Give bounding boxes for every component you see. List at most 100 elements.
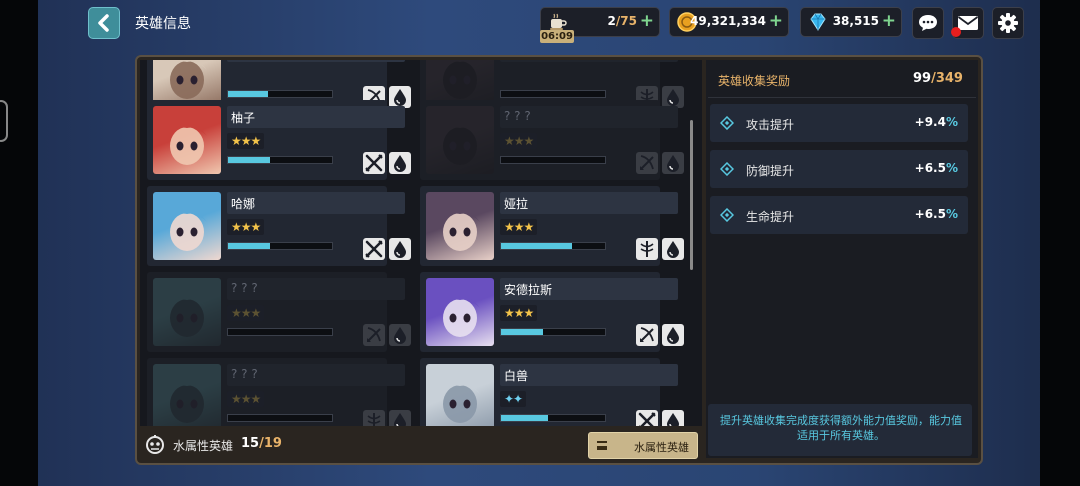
menu-lines-icon xyxy=(597,441,607,450)
hero-card[interactable]: ? ? ? ★★★ xyxy=(147,272,411,352)
element-filter-button[interactable]: 水属性英雄 xyxy=(588,432,698,459)
water-drop-icon xyxy=(394,413,406,426)
bonus-value: +6.5% xyxy=(914,161,958,175)
chat-bubble-icon xyxy=(919,15,937,31)
hero-star-rating: ★★★ xyxy=(500,133,538,149)
chat-button[interactable] xyxy=(912,7,944,39)
hero-name-bar xyxy=(227,60,405,62)
hero-portrait xyxy=(426,192,494,260)
back-button[interactable] xyxy=(88,7,120,39)
hero-face-icon xyxy=(440,209,480,251)
water-element-badge xyxy=(389,238,411,260)
hero-name: 柚子 xyxy=(231,111,256,125)
hero-card[interactable]: 白兽 ✦✦ xyxy=(420,358,684,426)
hero-face-icon xyxy=(167,295,207,337)
element-filter-label: 水属性英雄 xyxy=(173,439,234,453)
water-drop-icon xyxy=(394,241,406,258)
add-stamina-button[interactable]: + xyxy=(640,11,654,31)
bow-icon xyxy=(640,327,654,342)
water-drop-icon xyxy=(667,89,679,106)
hero-exp-fill xyxy=(228,91,268,97)
hero-class-icon xyxy=(363,238,385,260)
hero-exp-bar xyxy=(227,414,333,422)
hero-class-icon xyxy=(363,152,385,174)
hero-face-icon xyxy=(167,123,207,165)
side-handle[interactable] xyxy=(0,100,8,142)
water-element-icon xyxy=(146,435,164,454)
page-title: 英雄信息 xyxy=(135,16,191,32)
add-gem-button[interactable]: + xyxy=(882,11,896,31)
bonus-label: 防御提升 xyxy=(746,164,795,178)
water-drop-icon xyxy=(394,327,406,344)
hero-card[interactable]: ? ? ? ★★★ xyxy=(147,358,411,426)
gem-counter[interactable]: 38,515 + xyxy=(800,7,902,37)
diamond-bullet-icon xyxy=(720,162,734,176)
hero-list[interactable]: 柚子 ★★★? ? ? ★★★ 哈娜 ★★★ 娅拉 ★★★? ? ? ★★★ 安德拉斯 ★★★? … xyxy=(140,60,702,426)
gear-icon xyxy=(998,13,1018,33)
gold-value: 49,321,334 xyxy=(690,14,766,28)
hero-star-rating: ★★★ xyxy=(227,305,265,321)
hero-portrait xyxy=(426,364,494,426)
device-bezel-left xyxy=(0,0,38,486)
bow-icon xyxy=(367,327,381,342)
hero-card[interactable]: 柚子 ★★★ xyxy=(147,100,411,180)
hero-list-scrollbar[interactable] xyxy=(690,120,693,270)
hero-exp-bar xyxy=(227,328,333,336)
hero-exp-bar xyxy=(227,90,333,98)
hero-star-rating: ✦✦ xyxy=(500,391,527,407)
swords-icon xyxy=(365,240,383,258)
hero-name: 娅拉 xyxy=(504,197,529,211)
water-drop-icon xyxy=(667,155,679,172)
stamina-value: 2/75 xyxy=(607,14,637,28)
hero-portrait xyxy=(153,278,221,346)
hero-exp-bar xyxy=(227,242,333,250)
hero-card[interactable]: ? ? ? ★★★ xyxy=(420,100,684,180)
hero-name: ? ? ? xyxy=(231,281,258,295)
hero-class-icon xyxy=(636,238,658,260)
water-element-badge xyxy=(389,86,411,108)
diamond-bullet-icon xyxy=(720,116,734,130)
water-drop-icon xyxy=(394,89,406,106)
hero-exp-bar xyxy=(500,414,606,422)
hero-name: 哈娜 xyxy=(231,197,256,211)
add-gold-button[interactable]: + xyxy=(769,11,783,31)
mail-notification-badge xyxy=(951,27,961,37)
hero-face-icon xyxy=(440,381,480,423)
reward-title: 英雄收集奖励 xyxy=(718,74,791,88)
hero-star-rating: ★★★ xyxy=(227,391,265,407)
hero-card[interactable]: 娅拉 ★★★ xyxy=(420,186,684,266)
hero-collected-count: 15/19 xyxy=(241,436,282,451)
hero-exp-fill xyxy=(501,243,572,249)
bonus-row-defense: 防御提升 +6.5% xyxy=(710,150,968,188)
hero-class-icon xyxy=(363,324,385,346)
hero-card[interactable]: 安德拉斯 ★★★ xyxy=(420,272,684,352)
hero-exp-bar xyxy=(500,242,606,250)
water-element-badge xyxy=(662,238,684,260)
bonus-row-attack: 攻击提升 +9.4% xyxy=(710,104,968,142)
bonus-value: +9.4% xyxy=(914,115,958,129)
hero-portrait xyxy=(153,192,221,260)
water-element-badge xyxy=(662,324,684,346)
hero-star-rating: ★★★ xyxy=(500,219,538,235)
hero-class-icon xyxy=(636,152,658,174)
element-filter-button-label: 水属性英雄 xyxy=(634,441,689,454)
water-drop-icon xyxy=(667,327,679,344)
bow-icon xyxy=(640,155,654,170)
hero-exp-bar xyxy=(500,156,606,164)
hero-card[interactable]: 哈娜 ★★★ xyxy=(147,186,411,266)
chevron-left-icon xyxy=(98,14,109,32)
gem-value: 38,515 xyxy=(832,14,879,28)
hero-name: 安德拉斯 xyxy=(504,283,553,297)
hero-face-icon xyxy=(167,209,207,251)
water-element-badge xyxy=(389,410,411,426)
staff-icon xyxy=(640,241,654,257)
hero-exp-bar xyxy=(500,328,606,336)
swords-icon xyxy=(365,154,383,172)
swords-icon xyxy=(638,412,656,426)
hero-class-icon xyxy=(636,324,658,346)
water-element-badge xyxy=(389,324,411,346)
gold-counter[interactable]: 49,321,334 + xyxy=(669,7,789,37)
settings-button[interactable] xyxy=(992,7,1024,39)
hero-name-bar xyxy=(500,60,678,62)
water-drop-icon xyxy=(667,413,679,426)
